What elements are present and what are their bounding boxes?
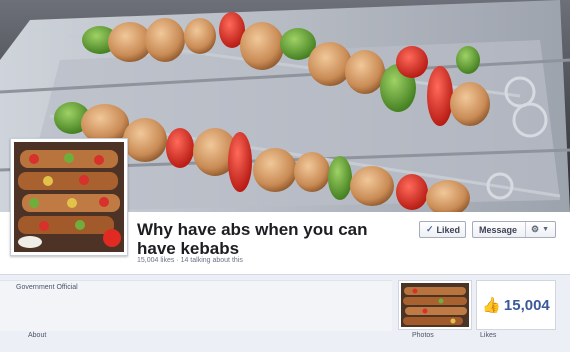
liked-button[interactable]: ✓ Liked <box>419 221 466 238</box>
photos-thumbnail[interactable] <box>398 280 472 330</box>
profile-picture[interactable] <box>10 138 128 256</box>
page-stats: 15,004 likes · 14 talking about this <box>137 257 243 264</box>
message-button[interactable]: Message ⚙ ▼ <box>472 221 556 238</box>
kebab-profile-image <box>14 142 124 252</box>
liked-button-label: Liked <box>436 224 461 235</box>
page-category: Government Official <box>16 284 78 291</box>
page-title: Why have abs when you can have kebabs <box>137 220 368 258</box>
check-icon: ✓ <box>426 224 434 234</box>
chevron-down-icon: ▼ <box>542 226 549 233</box>
settings-dropdown[interactable]: ⚙ ▼ <box>524 222 549 237</box>
message-button-label: Message <box>479 224 518 235</box>
likes-count: 15,004 <box>503 296 550 314</box>
photos-preview-image <box>401 283 469 327</box>
tab-likes[interactable]: Likes <box>480 332 496 339</box>
gear-icon: ⚙ <box>530 224 540 234</box>
thumbs-up-icon: 👍 <box>482 297 501 314</box>
likes-box[interactable]: 👍 15,004 <box>476 280 556 330</box>
tab-about[interactable]: About <box>28 332 46 339</box>
facebook-page: Why have abs when you can have kebabs 15… <box>0 0 570 352</box>
tab-photos[interactable]: Photos <box>412 332 434 339</box>
